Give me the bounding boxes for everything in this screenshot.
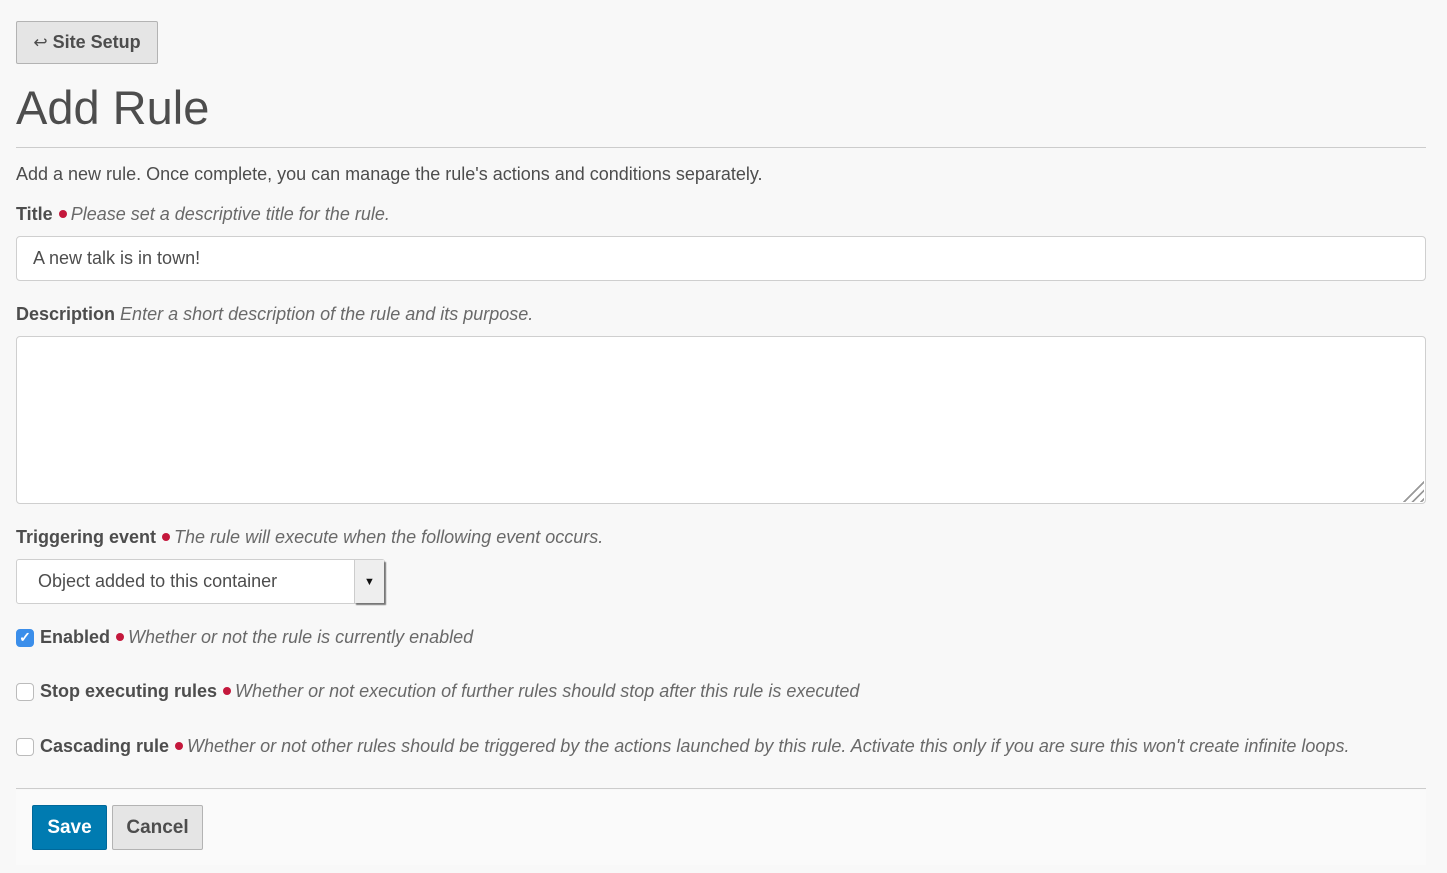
form-divider (16, 788, 1426, 789)
cascading-label: Cascading rule (40, 736, 170, 756)
resize-handle[interactable] (1402, 480, 1424, 502)
site-setup-label: Site Setup (52, 32, 141, 52)
title-help: Please set a descriptive title for the r… (70, 204, 390, 224)
checkmark-icon: ✓ (19, 629, 31, 645)
enabled-label: Enabled (40, 627, 111, 647)
site-setup-button[interactable]: ↩ Site Setup (16, 21, 158, 64)
cascading-checkbox[interactable] (16, 737, 34, 756)
selected-event: Object added to this container (38, 571, 278, 591)
required-indicator (116, 632, 125, 641)
title-label: Title (16, 204, 53, 224)
intro-text: Add a new rule. Once complete, you can m… (16, 164, 763, 184)
title-label-row: Title Please set a descriptive title for … (16, 204, 390, 225)
triggering-event-select[interactable]: Object added to this container ▼ (16, 559, 385, 604)
required-indicator (162, 533, 171, 542)
enabled-help: Whether or not the rule is currently ena… (128, 627, 474, 647)
form-footer (16, 790, 1426, 865)
description-label-row: Description Enter a short description of… (16, 304, 533, 325)
event-help: The rule will execute when the following… (174, 527, 604, 547)
stop-row: Stop executing rules Whether or not execu… (16, 681, 859, 702)
description-textarea[interactable] (16, 336, 1426, 504)
required-indicator (175, 741, 184, 750)
cascading-help: Whether or not other rules should be tri… (187, 736, 1350, 756)
title-divider (16, 147, 1426, 148)
event-label: Triggering event (16, 527, 157, 547)
cancel-button[interactable]: Cancel (112, 805, 203, 850)
event-label-row: Triggering event The rule will execute wh… (16, 527, 603, 548)
required-indicator (58, 210, 67, 219)
stop-checkbox[interactable] (16, 682, 34, 701)
dropdown-arrow-icon[interactable]: ▼ (354, 560, 384, 603)
description-label: Description (16, 304, 116, 324)
enabled-row: ✓ Enabled Whether or not the rule is curr… (16, 627, 473, 648)
title-input[interactable] (16, 236, 1426, 281)
cascading-row: Cascading rule Whether or not other rules… (16, 736, 1349, 757)
return-arrow-icon: ↩ (33, 32, 48, 52)
page-title: Add Rule (16, 81, 210, 134)
description-help: Enter a short description of the rule an… (120, 304, 534, 324)
required-indicator (223, 686, 232, 695)
stop-label: Stop executing rules (40, 681, 218, 701)
save-button[interactable]: Save (32, 805, 107, 850)
stop-help: Whether or not execution of further rule… (235, 681, 860, 701)
enabled-checkbox[interactable]: ✓ (16, 628, 34, 647)
